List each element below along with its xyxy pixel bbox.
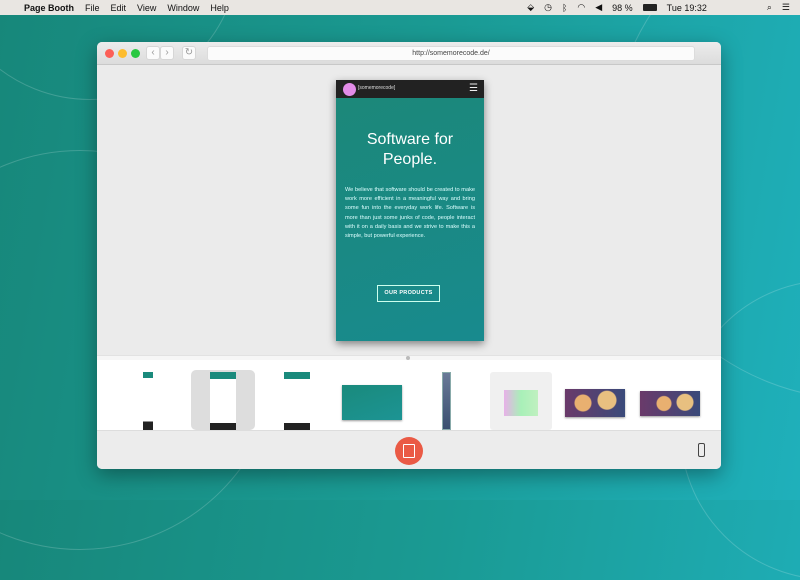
our-products-button[interactable]: OUR PRODUCTS	[377, 285, 440, 302]
mobile-preview[interactable]: [somemorecode] ☰ Software for People. We…	[336, 80, 484, 341]
close-button[interactable]	[105, 49, 114, 58]
reload-button[interactable]: ↻	[182, 46, 196, 60]
menu-help[interactable]: Help	[210, 3, 229, 13]
notification-center-icon[interactable]: ☰	[782, 2, 790, 13]
page-layout-icon	[403, 444, 415, 458]
thumbnail[interactable]	[565, 389, 625, 417]
battery-percent[interactable]: 98 %	[612, 3, 633, 13]
hero-paragraph: We believe that software should be creat…	[345, 187, 475, 240]
minimize-button[interactable]	[118, 49, 127, 58]
menu-window[interactable]: Window	[167, 3, 199, 13]
bluetooth-icon[interactable]: ᛒ	[562, 3, 567, 13]
site-brand: [somemorecode]	[358, 85, 396, 91]
menu-app-name[interactable]: Page Booth	[24, 3, 74, 13]
menu-file[interactable]: File	[85, 3, 100, 13]
wifi-icon[interactable]: ◠	[577, 2, 585, 13]
back-button[interactable]: ‹	[146, 46, 160, 60]
mobile-device-icon[interactable]	[698, 443, 705, 457]
hamburger-menu-icon[interactable]: ☰	[469, 84, 478, 94]
thumbnail[interactable]	[640, 391, 700, 416]
capture-button[interactable]	[395, 437, 423, 465]
url-field[interactable]: http://somemorecode.de/	[207, 46, 695, 61]
title-bar: ‹ › ↻ http://somemorecode.de/	[97, 42, 721, 65]
menu-view[interactable]: View	[137, 3, 156, 13]
zoom-button[interactable]	[131, 49, 140, 58]
spotlight-icon[interactable]: ⌕	[767, 2, 772, 13]
clock[interactable]: Tue 19:32	[667, 3, 707, 13]
menu-bar: Page Booth File Edit View Window Help ⬙ …	[0, 0, 800, 15]
thumbnail[interactable]	[342, 385, 402, 420]
dropbox-icon[interactable]: ⬙	[527, 2, 534, 13]
menu-edit[interactable]: Edit	[111, 3, 127, 13]
time-machine-icon[interactable]: ◷	[544, 2, 552, 13]
thumbnail[interactable]	[284, 372, 310, 430]
bottom-toolbar	[97, 430, 721, 469]
thumbnail[interactable]	[143, 372, 153, 430]
site-header: [somemorecode] ☰	[336, 80, 484, 98]
forward-button[interactable]: ›	[160, 46, 174, 60]
app-window: ‹ › ↻ http://somemorecode.de/ [somemorec…	[97, 42, 721, 469]
thumbnail[interactable]	[442, 372, 451, 430]
tablet-image	[504, 390, 538, 416]
hero-headline: Software for People.	[366, 131, 454, 168]
thumbnail-strip	[97, 360, 721, 430]
thumbnail[interactable]	[210, 372, 236, 430]
site-logo	[343, 83, 356, 96]
volume-icon[interactable]: ◀	[595, 2, 602, 13]
thumbnail[interactable]	[490, 372, 552, 430]
battery-icon[interactable]	[642, 4, 657, 11]
